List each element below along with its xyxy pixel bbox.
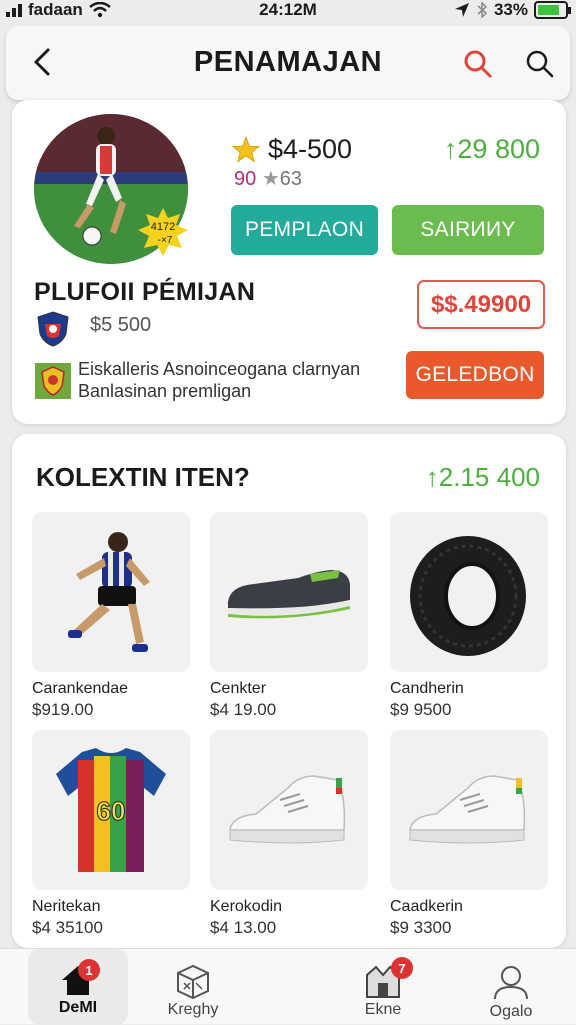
- status-bar: fadaan 24:12M 33%: [0, 0, 576, 24]
- shoe-icon: [228, 570, 350, 619]
- collection-item[interactable]: Kerokodin $4 13.00: [210, 730, 368, 938]
- battery-icon: [534, 1, 571, 19]
- player-price: $5 500: [90, 314, 152, 336]
- league-crest-icon: [35, 363, 71, 399]
- market-price-tag[interactable]: $$.49900: [417, 280, 545, 329]
- sneaker-icon: [229, 775, 346, 844]
- notification-badge: 1: [78, 959, 100, 981]
- location-icon: [454, 3, 469, 17]
- box-icon: [177, 964, 209, 999]
- player-figure-icon: [68, 532, 150, 652]
- player-value-change: ↑29 800: [443, 134, 540, 164]
- rating-count: 90: [234, 168, 257, 190]
- collection-item[interactable]: Cenkter $4 19.00: [210, 512, 368, 720]
- item-price: $4 13.00: [210, 918, 277, 937]
- collection-total: ↑2.15 400: [425, 462, 540, 492]
- rating-value: $4-500: [268, 134, 353, 164]
- club-shield-icon: [37, 311, 69, 347]
- search-icon[interactable]: [462, 48, 494, 80]
- item-thumbnail: 60: [32, 730, 190, 890]
- svg-text:4172: 4172: [151, 221, 175, 233]
- collection-item[interactable]: Candherin $9 9500: [390, 512, 548, 720]
- player-rating: $4-500: [232, 134, 352, 165]
- tab-label: Ekne: [364, 1001, 402, 1018]
- collection-card: KOLEXTIN ITEN? ↑2.15 400 Carankendae $91…: [12, 434, 566, 948]
- secondary-action-button[interactable]: SAIRИИY: [392, 205, 544, 255]
- player-card: 4172 -×7 $4-500 90 ★63 ↑29 800 PEMPLAON …: [12, 100, 566, 424]
- item-name: Carankendae: [32, 680, 129, 697]
- battery-label: 33%: [493, 0, 528, 19]
- star-small-icon: ★: [261, 168, 280, 190]
- item-name: Candherin: [390, 680, 464, 697]
- item-name: Caadkerin: [390, 898, 463, 915]
- item-thumbnail: [32, 512, 190, 672]
- rating-rest: 63: [279, 168, 302, 190]
- svg-text:60: 60: [97, 796, 126, 826]
- item-price: $4 35100: [32, 918, 103, 937]
- bottom-tab-bar: DeMI 1 Kreghy Ekne 7 Ogalo: [0, 948, 576, 1025]
- notification-badge: 7: [391, 957, 413, 979]
- tab-home[interactable]: DeMI 1: [28, 949, 128, 1025]
- item-name: Kerokodin: [210, 898, 283, 915]
- tab-label: DeMI: [58, 999, 98, 1016]
- bluetooth-icon: [477, 2, 488, 18]
- sneaker-icon: [409, 775, 526, 844]
- item-price: $9 9500: [390, 700, 452, 719]
- player-name: PLUFOII PÉMIJAN: [34, 278, 256, 306]
- collection-item[interactable]: Carankendae $919.00: [32, 512, 190, 720]
- item-price: $4 19.00: [210, 700, 277, 719]
- profile-icon: [494, 966, 528, 1000]
- top-app-bar: PENAMAJAN: [6, 26, 570, 100]
- item-thumbnail: [210, 512, 368, 672]
- search-icon[interactable]: [524, 48, 556, 80]
- player-description: Eiskalleris Asnoinceogana clarnyan Banla…: [78, 359, 361, 401]
- confirm-button[interactable]: GELEDBON: [406, 351, 544, 399]
- collection-item[interactable]: 60 Neritekan $4 35100: [32, 730, 190, 938]
- item-thumbnail: [390, 512, 548, 672]
- tab-label: Ogalo: [489, 1003, 533, 1020]
- item-thumbnail: [390, 730, 548, 890]
- tire-icon: [410, 536, 526, 656]
- jersey-icon: 60: [56, 748, 166, 872]
- item-price: $919.00: [32, 700, 94, 719]
- item-name: Neritekan: [32, 898, 101, 915]
- tab-label: Kreghy: [167, 1001, 219, 1018]
- rating-sub: 90 ★63: [234, 166, 302, 191]
- tab-shop[interactable]: Ekne 7: [333, 949, 433, 1025]
- collection-title: KOLEXTIN ITEN?: [36, 462, 250, 492]
- status-right: 33%: [454, 0, 571, 20]
- collection-item[interactable]: Caadkerin $9 3300: [390, 730, 548, 938]
- primary-action-button[interactable]: PEMPLAON: [231, 205, 378, 255]
- tab-market[interactable]: Kreghy: [143, 949, 243, 1025]
- item-thumbnail: [210, 730, 368, 890]
- star-icon: [232, 135, 260, 163]
- svg-text:-×7: -×7: [158, 235, 173, 246]
- item-price: $9 3300: [390, 918, 452, 937]
- rating-badge-icon: 4172 -×7: [138, 208, 188, 256]
- tab-profile[interactable]: Ogalo: [461, 949, 561, 1025]
- item-name: Cenkter: [210, 680, 267, 697]
